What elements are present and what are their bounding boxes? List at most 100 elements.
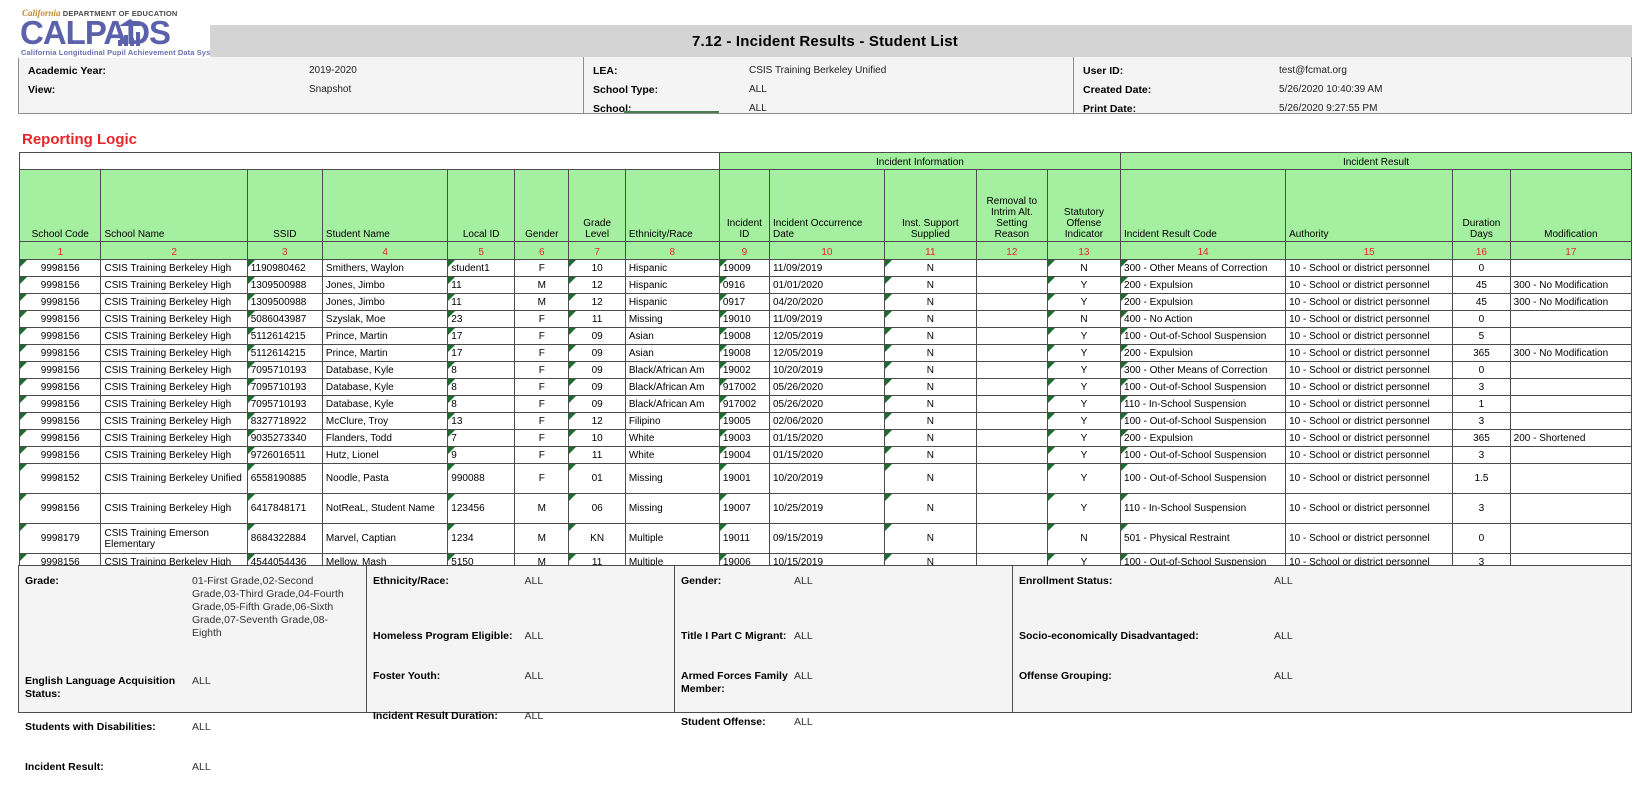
- cell-removal-to-intrim-alt-setting-reason: [975, 493, 1048, 524]
- cell-modification: [1509, 412, 1633, 430]
- cell-grade-level: 12: [568, 412, 626, 430]
- print-date-label: Print Date:: [1083, 102, 1137, 115]
- table-row[interactable]: 9998156 CSIS Training Berkeley High 130950…: [18, 293, 1633, 311]
- cell-ssid: 1309500988: [246, 276, 323, 294]
- cell-student-name: Database, Kyle: [321, 378, 449, 396]
- table-row[interactable]: 9998156 CSIS Training Berkeley High 508604…: [18, 310, 1633, 328]
- cell-incident-result-code: 200 - Expulsion: [1120, 344, 1287, 362]
- cell-inst-support-supplied: N: [883, 344, 977, 362]
- cell-local-id: 8: [447, 378, 516, 396]
- cell-incident-id: 19008: [718, 327, 770, 345]
- academic-year-label: Academic Year:: [28, 64, 107, 77]
- filter-spacer: [373, 730, 674, 750]
- cell-incident-occurrence-date: 10/20/2019: [768, 361, 885, 379]
- column-header-row: School Code School Name SSID Student Name Lo…: [18, 169, 1633, 242]
- table-row[interactable]: 9998156 CSIS Training Berkeley High 709571…: [18, 395, 1633, 413]
- cell-school-name: CSIS Training Berkeley High: [100, 344, 248, 362]
- column-header-authority: Authority: [1285, 169, 1454, 242]
- filter-label: Ethnicity/Race:: [373, 575, 449, 587]
- filter-column-2: Ethnicity/Race: ALL Homeless Program Eligi…: [367, 566, 675, 722]
- column-header-grade-level: Grade Level: [568, 169, 626, 242]
- filter-label: Students with Disabilities:: [25, 721, 156, 733]
- meta-row-school: School: ALL: [584, 99, 1073, 118]
- cell-statutory-offense-indicator: Y: [1046, 493, 1122, 524]
- filter-label: Title I Part C Migrant:: [681, 630, 787, 642]
- cell-school-name: CSIS Training Berkeley High: [100, 293, 248, 311]
- cell-modification: 200 - Shortened: [1509, 429, 1633, 447]
- meta-row-lea: LEA: CSIS Training Berkeley Unified: [584, 61, 1073, 80]
- table-row[interactable]: 9998179 CSIS Training Emerson Elementary 8…: [18, 523, 1633, 554]
- cell-ethnicity-race: Asian: [624, 327, 720, 345]
- cell-ethnicity-race: Black/African Am: [624, 378, 720, 396]
- cell-authority: 10 - School or district personnel: [1285, 259, 1454, 277]
- table-row[interactable]: 9998156 CSIS Training Berkeley High 709571…: [18, 361, 1633, 379]
- filter-spacer: [681, 650, 1012, 670]
- cell-grade-level: 09: [568, 395, 626, 413]
- filter-value: ALL: [524, 670, 544, 682]
- cell-incident-result-code: 300 - Other Means of Correction: [1120, 259, 1287, 277]
- cell-ethnicity-race: Multiple: [624, 523, 720, 554]
- cell-school-name: CSIS Training Berkeley High: [100, 412, 248, 430]
- table-row[interactable]: 9998152 CSIS Training Berkeley Unified 655…: [18, 463, 1633, 494]
- user-id-value: test@fcmat.org: [1279, 65, 1347, 76]
- filter-row: Homeless Program Eligible: ALL: [373, 630, 674, 650]
- cell-ssid: 7095710193: [246, 395, 323, 413]
- cell-inst-support-supplied: N: [883, 412, 977, 430]
- cell-inst-support-supplied: N: [883, 310, 977, 328]
- cell-incident-id: 19011: [718, 523, 770, 554]
- cell-duration-days: 45: [1452, 276, 1511, 294]
- cell-modification: [1509, 395, 1633, 413]
- cell-school-code: 9998156: [18, 344, 102, 362]
- table-row[interactable]: 9998156 CSIS Training Berkeley High 119098…: [18, 259, 1633, 277]
- created-date-value: 5/26/2020 10:40:39 AM: [1279, 84, 1383, 95]
- cell-local-id: 13: [447, 412, 516, 430]
- cell-inst-support-supplied: N: [883, 395, 977, 413]
- incident-results-table: Incident Information Incident Result Scho…: [18, 152, 1633, 571]
- cell-incident-result-code: 110 - In-School Suspension: [1120, 493, 1287, 524]
- cell-ssid: 5112614215: [246, 344, 323, 362]
- table-row[interactable]: 9998156 CSIS Training Berkeley High 709571…: [18, 378, 1633, 396]
- cell-incident-result-code: 300 - Other Means of Correction: [1120, 361, 1287, 379]
- cell-local-id: 9: [447, 446, 516, 464]
- report-page: 7.12 - Incident Results - Student List C…: [0, 0, 1650, 773]
- cell-grade-level: KN: [568, 523, 626, 554]
- cell-grade-level: 10: [568, 429, 626, 447]
- cell-removal-to-intrim-alt-setting-reason: [975, 310, 1048, 328]
- column-header-school-code: School Code: [18, 169, 102, 242]
- meta-row-school-type: School Type: ALL: [584, 80, 1073, 99]
- table-row[interactable]: 9998156 CSIS Training Berkeley High 511261…: [18, 344, 1633, 362]
- cell-modification: [1509, 446, 1633, 464]
- cell-local-id: 7: [447, 429, 516, 447]
- table-row[interactable]: 9998156 CSIS Training Berkeley High 903527…: [18, 429, 1633, 447]
- cell-statutory-offense-indicator: Y: [1046, 276, 1122, 294]
- cell-inst-support-supplied: N: [883, 429, 977, 447]
- cell-student-name: Marvel, Captian: [321, 523, 449, 554]
- filter-row: English Language Acquisition Status: ALL: [25, 675, 366, 701]
- cell-incident-id: 917002: [718, 395, 770, 413]
- filter-row: Incident Result: ALL: [25, 761, 366, 781]
- table-row[interactable]: 9998156 CSIS Training Berkeley High 130950…: [18, 276, 1633, 294]
- cell-incident-result-code: 501 - Physical Restraint: [1120, 523, 1287, 554]
- cell-gender: M: [514, 276, 570, 294]
- cell-incident-id: 19010: [718, 310, 770, 328]
- user-id-label: User ID:: [1083, 64, 1124, 77]
- table-row[interactable]: 9998156 CSIS Training Berkeley High 832771…: [18, 412, 1633, 430]
- table-row[interactable]: 9998156 CSIS Training Berkeley High 641784…: [18, 493, 1633, 524]
- cell-removal-to-intrim-alt-setting-reason: [975, 293, 1048, 311]
- cell-ssid: 9726016511: [246, 446, 323, 464]
- filter-spacer: [373, 690, 674, 710]
- cell-authority: 10 - School or district personnel: [1285, 446, 1454, 464]
- cell-authority: 10 - School or district personnel: [1285, 293, 1454, 311]
- cell-authority: 10 - School or district personnel: [1285, 361, 1454, 379]
- cell-student-name: Database, Kyle: [321, 361, 449, 379]
- table-row[interactable]: 9998156 CSIS Training Berkeley High 972601…: [18, 446, 1633, 464]
- filter-spacer: [25, 701, 366, 721]
- cell-school-code: 9998156: [18, 493, 102, 524]
- cell-authority: 10 - School or district personnel: [1285, 523, 1454, 554]
- cell-duration-days: 365: [1452, 344, 1511, 362]
- column-number-10: 10: [768, 241, 885, 260]
- cell-removal-to-intrim-alt-setting-reason: [975, 344, 1048, 362]
- filter-label: Homeless Program Eligible:: [373, 630, 513, 642]
- table-row[interactable]: 9998156 CSIS Training Berkeley High 511261…: [18, 327, 1633, 345]
- cell-removal-to-intrim-alt-setting-reason: [975, 523, 1048, 554]
